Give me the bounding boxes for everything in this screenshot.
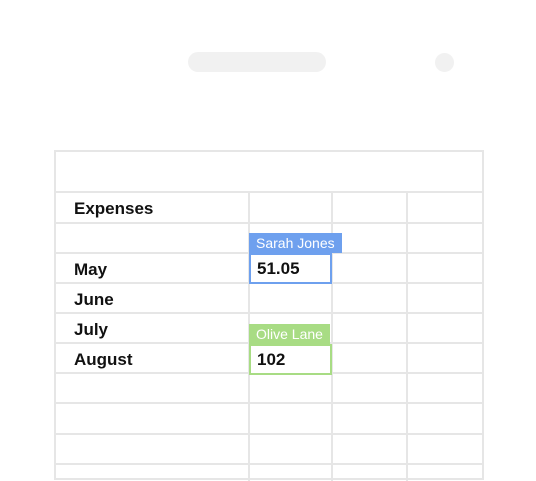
cell-expenses-header[interactable]: Expenses xyxy=(74,194,153,224)
cell-july-label[interactable]: July xyxy=(74,315,108,345)
grid-row-line xyxy=(54,463,484,465)
cell-may-label[interactable]: May xyxy=(74,255,107,285)
cell-august-label[interactable]: August xyxy=(74,345,133,375)
avatar-placeholder xyxy=(435,53,454,72)
cell-august-value[interactable]: 102 xyxy=(249,344,332,375)
toolbar-placeholder-bar xyxy=(188,52,326,72)
collaborator-name-tag: Sarah Jones xyxy=(249,233,342,253)
cell-june-label[interactable]: June xyxy=(74,285,114,315)
grid-row-line xyxy=(54,312,484,314)
grid-row-line xyxy=(54,433,484,435)
grid-column-line xyxy=(406,191,408,481)
grid-row-line xyxy=(54,191,484,193)
collaborator-name-tag: Olive Lane xyxy=(249,324,330,344)
cell-may-value[interactable]: 51.05 xyxy=(249,253,332,284)
grid-row-line xyxy=(54,402,484,404)
